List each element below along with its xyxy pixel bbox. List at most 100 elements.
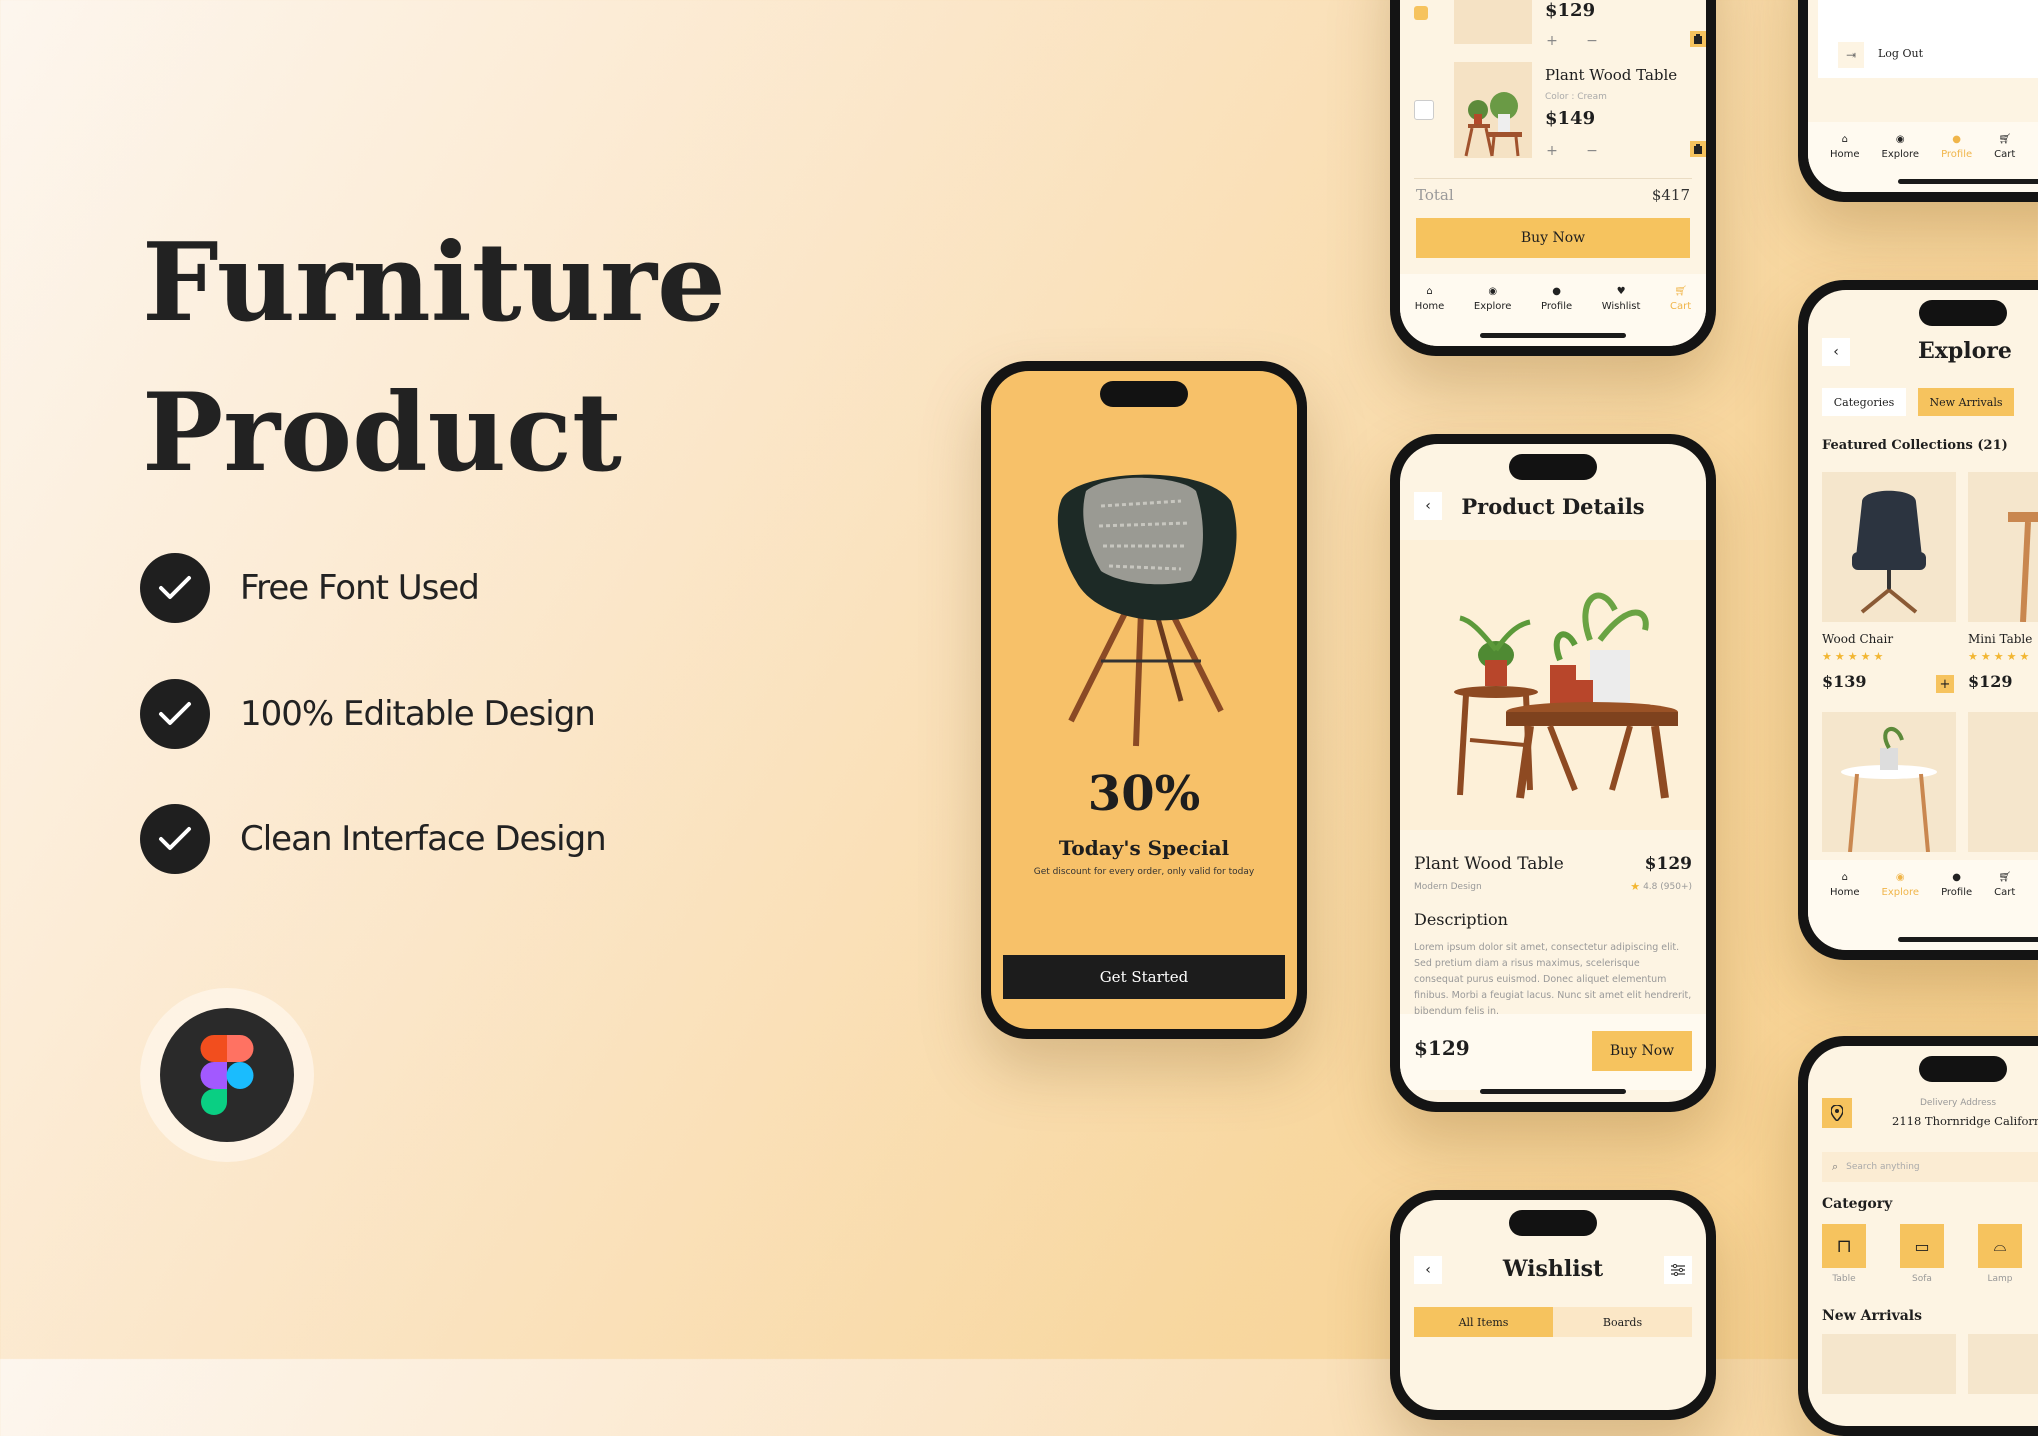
- plus-button[interactable]: +: [1543, 32, 1561, 50]
- nav-label: Cart: [1994, 149, 2016, 160]
- product-name: Plant Wood Table: [1414, 854, 1564, 874]
- logout-icon: ⇥: [1838, 42, 1864, 68]
- item-checkbox[interactable]: [1414, 100, 1434, 120]
- minus-button[interactable]: −: [1583, 32, 1601, 50]
- special-subtitle: Get discount for every order, only valid…: [1033, 867, 1255, 877]
- product-price: $139: [1822, 672, 1867, 691]
- buy-now-button[interactable]: Buy Now: [1592, 1031, 1692, 1071]
- nav-label: Explore: [1881, 149, 1920, 160]
- dynamic-island: [1509, 454, 1597, 480]
- search-icon: ⌕: [1832, 1160, 1839, 1173]
- phone-cart: $129 + − Plant Wood Table Color : Cream $…: [1390, 0, 1716, 356]
- trash-icon[interactable]: [1690, 141, 1706, 157]
- compass-icon: ◉: [1488, 286, 1498, 297]
- hero-title-line-2: Product: [142, 370, 622, 496]
- delivery-label: Delivery Address: [1920, 1098, 1997, 1108]
- cart-item-price: $149: [1545, 108, 1596, 129]
- cart-item-image: [1454, 62, 1532, 158]
- product-card-image[interactable]: [1822, 1334, 1956, 1394]
- category-label: Table: [1832, 1274, 1856, 1284]
- chip-categories[interactable]: Categories: [1822, 388, 1906, 416]
- nav-home[interactable]: ⌂ Home: [1830, 134, 1860, 192]
- product-card-image[interactable]: [1968, 1334, 2038, 1394]
- tab-boards[interactable]: Boards: [1553, 1307, 1692, 1337]
- trash-icon[interactable]: [1690, 31, 1706, 47]
- page-title: Explore: [1918, 338, 2012, 364]
- add-to-cart-button[interactable]: +: [1936, 675, 1954, 693]
- rating-text: 4.8 (950+): [1643, 881, 1692, 892]
- minus-button[interactable]: −: [1583, 142, 1601, 160]
- category-label: Lamp: [1987, 1274, 2013, 1284]
- sliders-icon: [1671, 1264, 1685, 1276]
- home-indicator: [1480, 333, 1626, 338]
- table-icon[interactable]: ⊓: [1822, 1224, 1866, 1268]
- wishlist-tabs: All Items Boards: [1414, 1307, 1692, 1337]
- phone-explore: ‹ Explore Categories New Arrivals Featur…: [1798, 280, 2038, 960]
- nav-label: Cart: [1670, 301, 1692, 312]
- item-checkbox[interactable]: [1414, 6, 1428, 20]
- footer-price: $129: [1414, 1036, 1470, 1060]
- tab-all-items[interactable]: All Items: [1414, 1307, 1553, 1337]
- nav-home[interactable]: ⌂ Home: [1830, 872, 1860, 950]
- category-title: Category: [1822, 1196, 1893, 1212]
- nav-cart[interactable]: 🛒︎ Cart: [1670, 286, 1691, 346]
- product-screen: ‹ Product Details Plant Wood Table $129 …: [1400, 444, 1706, 1102]
- feature-label: 100% Editable Design: [240, 694, 596, 734]
- phone-product-details: ‹ Product Details Plant Wood Table $129 …: [1390, 434, 1716, 1112]
- nav-label: Home: [1830, 149, 1860, 160]
- divider: [1414, 178, 1692, 179]
- cart-icon: 🛒︎: [1998, 134, 2012, 145]
- back-button[interactable]: ‹: [1822, 338, 1850, 366]
- nav-label: Profile: [1541, 301, 1573, 312]
- phone-splash: 30% Today's Special Get discount for eve…: [981, 361, 1307, 1039]
- rating-stars: ★★★★★: [1822, 650, 1887, 663]
- location-pin-icon: [1822, 1098, 1852, 1128]
- dynamic-island: [1919, 1056, 2007, 1082]
- page-title: Product Details: [1461, 494, 1645, 519]
- feature-item: Clean Interface Design: [140, 804, 700, 874]
- nav-home[interactable]: ⌂ Home: [1415, 286, 1445, 346]
- dynamic-island: [1100, 381, 1188, 407]
- product-card-image[interactable]: [1968, 472, 2038, 623]
- feature-item: Free Font Used: [140, 553, 700, 623]
- product-card-image[interactable]: [1822, 472, 1956, 622]
- cart-item-name: Plant Wood Table: [1545, 66, 1678, 84]
- filter-button[interactable]: [1664, 1256, 1692, 1284]
- lamp-icon[interactable]: ⌓: [1978, 1224, 2022, 1268]
- product-name: Mini Table: [1968, 632, 2033, 646]
- cart-screen: $129 + − Plant Wood Table Color : Cream $…: [1400, 0, 1706, 346]
- heart-icon: ♥: [1616, 286, 1626, 297]
- product-category: Modern Design: [1414, 882, 1482, 892]
- search-input[interactable]: ⌕ Search anything: [1822, 1152, 2038, 1182]
- dynamic-island: [1509, 1210, 1597, 1236]
- section-title: Featured Collections (21): [1822, 438, 2008, 453]
- phone-profile: ⇥ Log Out ⌂ Home ◉ Explore ● Profile 🛒︎ Cart: [1798, 0, 2038, 202]
- product-rating: ★ 4.8 (950+): [1630, 880, 1692, 893]
- product-card-image[interactable]: [1968, 712, 2038, 852]
- chip-new-arrivals[interactable]: New Arrivals: [1918, 388, 2014, 416]
- category-label: Sofa: [1912, 1274, 1932, 1284]
- buy-now-button[interactable]: Buy Now: [1416, 218, 1690, 258]
- nav-label: Cart: [1994, 887, 2016, 898]
- description-title: Description: [1414, 910, 1508, 929]
- logout-item[interactable]: Log Out: [1878, 47, 1923, 60]
- special-title: Today's Special: [1058, 836, 1230, 860]
- delivery-address[interactable]: 2118 Thornridge Californ: [1892, 1114, 2038, 1128]
- plus-button[interactable]: +: [1543, 142, 1561, 160]
- cart-icon: 🛒︎: [1674, 286, 1687, 297]
- discount-value: 30%: [1087, 766, 1201, 822]
- home-screen: Delivery Address 2118 Thornridge Califor…: [1808, 1046, 2038, 1426]
- cart-icon: 🛒︎: [1998, 872, 2012, 883]
- explore-screen: ‹ Explore Categories New Arrivals Featur…: [1808, 290, 2038, 950]
- figma-logo-icon: [160, 1008, 294, 1142]
- product-card-image[interactable]: [1822, 712, 1956, 853]
- sofa-icon[interactable]: ▭: [1900, 1224, 1944, 1268]
- nav-label: Wishlist: [1601, 301, 1641, 312]
- home-icon: ⌂: [1841, 134, 1848, 145]
- get-started-button[interactable]: Get Started: [1003, 955, 1285, 999]
- check-icon: [140, 804, 210, 874]
- hero-title-line-1: Furniture: [142, 220, 726, 346]
- cart-item-color: Color : Cream: [1545, 92, 1607, 102]
- nav-label: Home: [1830, 887, 1860, 898]
- feature-item: 100% Editable Design: [140, 679, 700, 749]
